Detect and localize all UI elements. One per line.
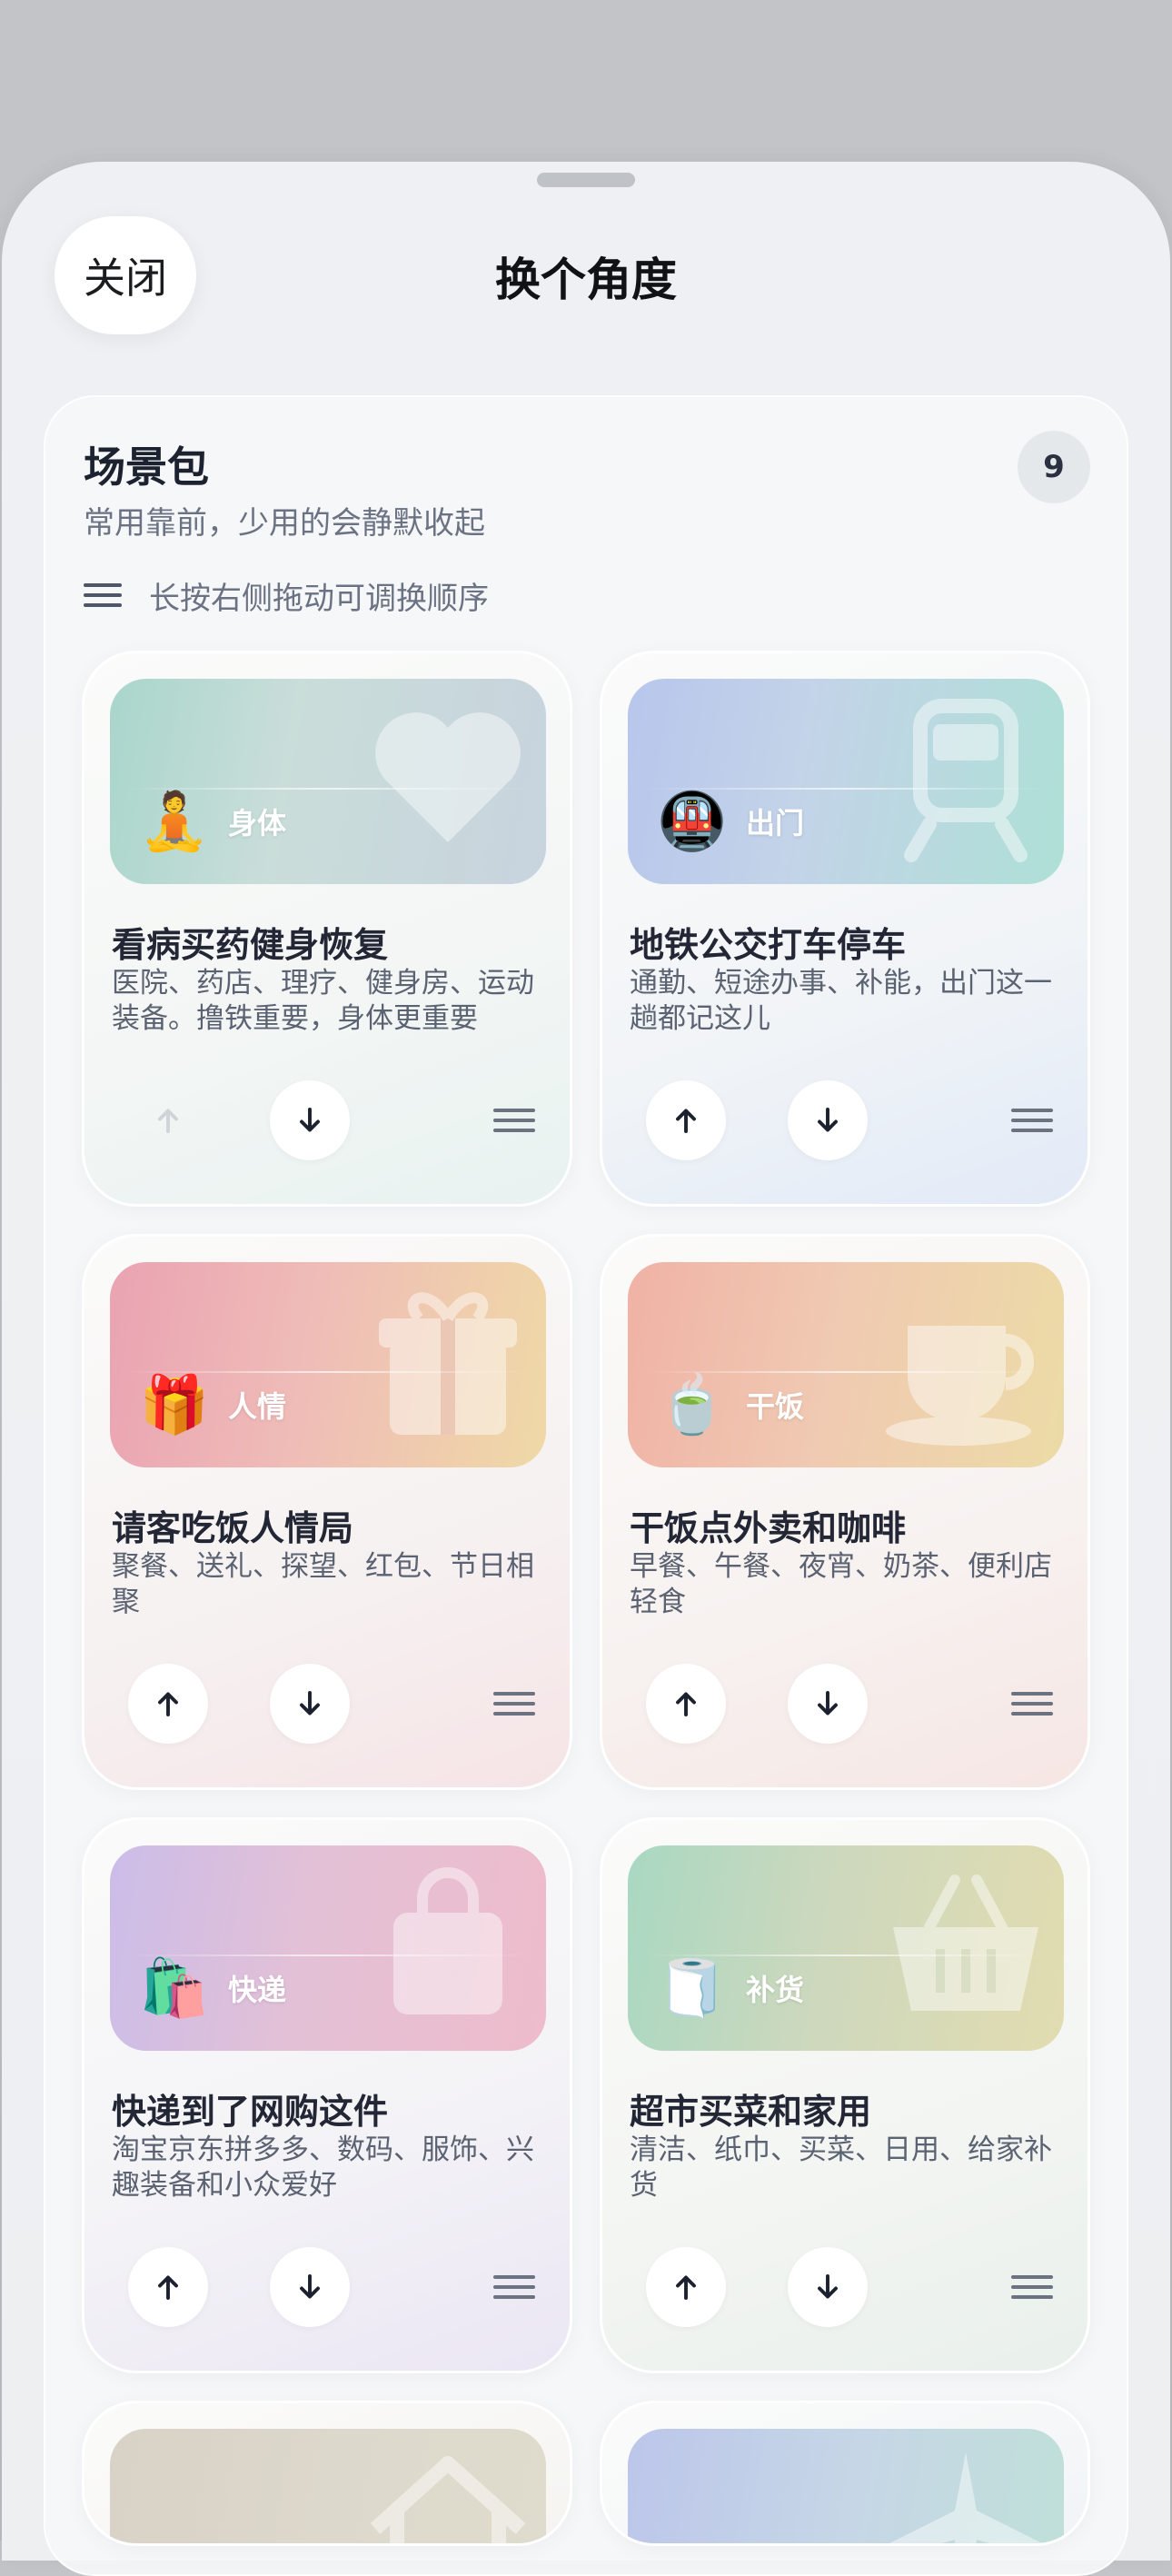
arrow-down-icon xyxy=(300,1108,320,1132)
scene-card-social[interactable]: 🎁 人情 请客吃饭人情局 聚餐、送礼、探望、红包、节日相聚 xyxy=(82,1234,572,1790)
card-banner: 🧻 补货 xyxy=(628,1845,1064,2051)
basket-icon xyxy=(893,1875,1038,2011)
card-tag: 人情 xyxy=(228,1389,287,1424)
sheet-title: 换个角度 xyxy=(495,254,677,306)
drag-handle-icon[interactable] xyxy=(1011,1688,1053,1719)
house-icon xyxy=(370,2456,526,2543)
scene-card-groceries[interactable]: 🧻 补货 超市买菜和家用 清洁、纸巾、买菜、日用、给家补货 xyxy=(600,1817,1090,2373)
move-down-button[interactable] xyxy=(788,2247,868,2327)
arrow-down-icon xyxy=(818,1108,838,1132)
card-description: 聚餐、送礼、探望、红包、节日相聚 xyxy=(112,1550,534,1618)
card-description: 医院、药店、理疗、健身房、运动装备。撸铁重要，身体更重要 xyxy=(112,967,534,1035)
card-tag: 干饭 xyxy=(746,1389,805,1424)
arrow-up-icon xyxy=(676,2275,696,2300)
card-title: 快递到了网购这件 xyxy=(112,2092,389,2132)
arrow-up-icon xyxy=(158,2275,178,2300)
drag-handle-icon[interactable] xyxy=(493,2272,535,2302)
card-banner: 🧘 身体 xyxy=(110,679,546,884)
scene-card-delivery[interactable]: 🛍️ 快递 快递到了网购这件 淘宝京东拼多多、数码、服饰、兴趣装备和小众爱好 xyxy=(82,1817,572,2373)
card-description: 早餐、午餐、夜宵、奶茶、便利店轻食 xyxy=(630,1550,1052,1618)
card-tag: 补货 xyxy=(746,1973,805,2007)
move-up-button[interactable] xyxy=(128,1664,208,1744)
airplane-icon xyxy=(889,2452,1042,2543)
card-banner: 🚇 出门 xyxy=(628,679,1064,884)
move-down-button[interactable] xyxy=(788,1080,868,1160)
arrow-up-icon xyxy=(158,1109,178,1133)
arrow-down-icon xyxy=(300,2274,320,2299)
move-down-button[interactable] xyxy=(270,1080,350,1160)
tea-emoji-icon: 🍵 xyxy=(657,1371,728,1437)
scene-card-travel[interactable] xyxy=(600,2401,1090,2546)
card-banner xyxy=(110,2429,546,2543)
card-title: 干饭点外卖和咖啡 xyxy=(630,1508,907,1548)
sheet-grabber[interactable] xyxy=(537,173,635,187)
move-up-button[interactable] xyxy=(646,1664,726,1744)
gift-emoji-icon: 🎁 xyxy=(139,1371,210,1437)
move-down-button[interactable] xyxy=(270,1664,350,1744)
card-title: 超市买菜和家用 xyxy=(630,2092,872,2132)
card-banner xyxy=(628,2429,1064,2543)
reorder-hint: 长按右侧拖动可调换顺序 xyxy=(84,572,489,618)
arrow-down-icon xyxy=(818,2274,838,2299)
reorder-hint-text: 长按右侧拖动可调换顺序 xyxy=(149,580,489,617)
card-description: 通勤、短途办事、补能，出门这一趟都记这儿 xyxy=(630,967,1052,1035)
card-banner: 🍵 干饭 xyxy=(628,1262,1064,1467)
scene-card-body[interactable]: 🧘 身体 看病买药健身恢复 医院、药店、理疗、健身房、运动装备。撸铁重要，身体更… xyxy=(82,651,572,1207)
card-tag: 快递 xyxy=(228,1973,287,2007)
move-up-button[interactable] xyxy=(646,1080,726,1160)
card-title: 请客吃饭人情局 xyxy=(112,1508,354,1548)
arrow-down-icon xyxy=(300,1691,320,1716)
card-description: 淘宝京东拼多多、数码、服饰、兴趣装备和小众爱好 xyxy=(112,2133,534,2202)
move-up-button[interactable] xyxy=(128,2247,208,2327)
drag-handle-icon[interactable] xyxy=(1011,1105,1053,1136)
drag-handle-icon[interactable] xyxy=(1011,2272,1053,2302)
section-title: 场景包 xyxy=(84,443,209,492)
arrow-up-icon xyxy=(158,1692,178,1716)
move-down-button[interactable] xyxy=(788,1664,868,1744)
move-down-button[interactable] xyxy=(270,2247,350,2327)
scene-card-commute[interactable]: 🚇 出门 地铁公交打车停车 通勤、短途办事、补能，出门这一趟都记这儿 xyxy=(600,651,1090,1207)
scene-card-home[interactable] xyxy=(82,2401,572,2546)
arrow-down-icon xyxy=(818,1691,838,1716)
count-badge: 9 xyxy=(1018,431,1090,503)
gift-icon xyxy=(379,1292,517,1435)
card-banner: 🎁 人情 xyxy=(110,1262,546,1467)
card-tag: 身体 xyxy=(228,806,287,840)
card-description: 清洁、纸巾、买菜、日用、给家补货 xyxy=(630,2133,1052,2202)
meditation-emoji-icon: 🧘 xyxy=(139,788,210,854)
arrow-up-icon xyxy=(676,1692,696,1716)
drag-handle-icon[interactable] xyxy=(493,1105,535,1136)
arrow-up-icon xyxy=(676,1109,696,1133)
coffee-cup-icon xyxy=(886,1326,1034,1446)
train-icon xyxy=(904,699,1028,862)
shopping-bag-icon xyxy=(393,1867,502,2014)
heart-icon xyxy=(375,712,521,842)
section-subtitle: 常用靠前，少用的会静默收起 xyxy=(84,505,485,542)
card-title: 地铁公交打车停车 xyxy=(630,925,907,965)
move-up-button[interactable] xyxy=(646,2247,726,2327)
card-banner: 🛍️ 快递 xyxy=(110,1845,546,2051)
card-tag: 出门 xyxy=(746,806,805,840)
scene-card-meals[interactable]: 🍵 干饭 干饭点外卖和咖啡 早餐、午餐、夜宵、奶茶、便利店轻食 xyxy=(600,1234,1090,1790)
move-up-button[interactable] xyxy=(128,1080,208,1160)
toilet-paper-emoji-icon: 🧻 xyxy=(657,1954,728,2021)
card-title: 看病买药健身恢复 xyxy=(112,925,389,965)
drag-lines-icon xyxy=(84,583,122,607)
drag-handle-icon[interactable] xyxy=(493,1688,535,1719)
shopping-bags-emoji-icon: 🛍️ xyxy=(139,1954,210,2021)
metro-emoji-icon: 🚇 xyxy=(657,788,728,854)
